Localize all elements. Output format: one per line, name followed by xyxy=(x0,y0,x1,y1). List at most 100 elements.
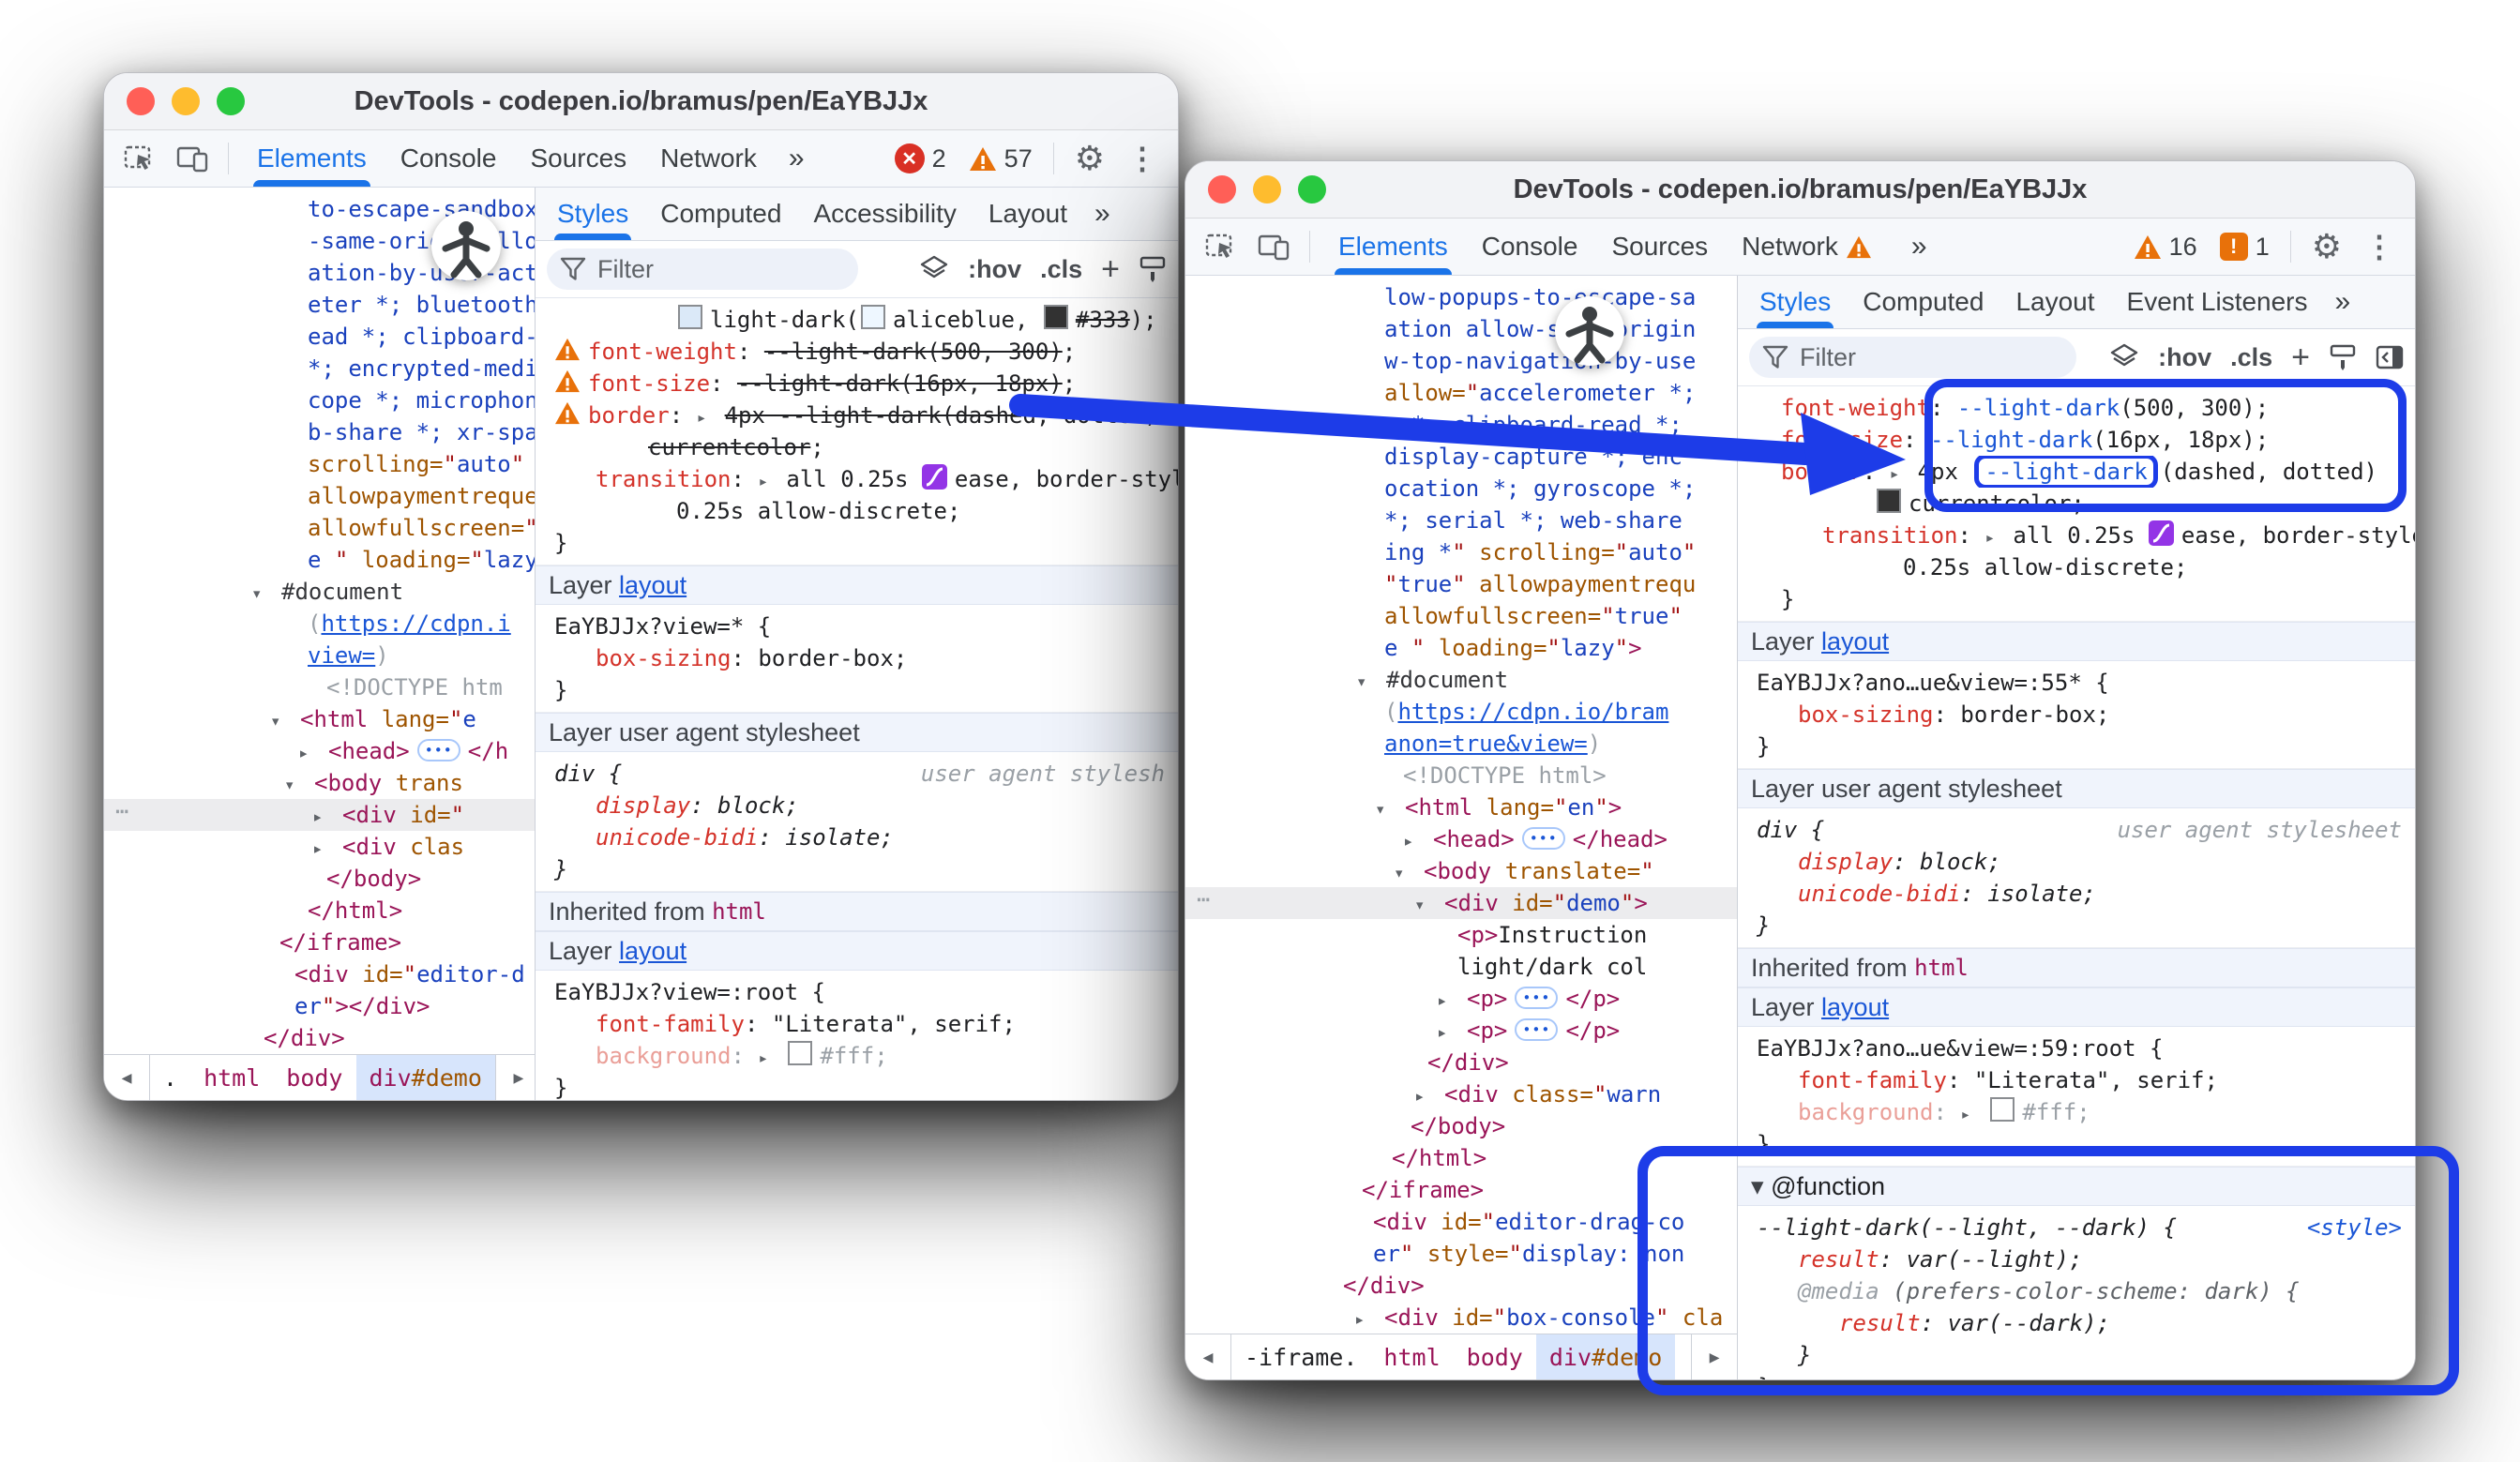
stylesheet-source-link[interactable]: EaYBJJx?view= xyxy=(554,613,731,640)
tab-computed[interactable]: Computed xyxy=(644,188,797,240)
tri-segment[interactable]: ▸ xyxy=(697,402,725,431)
dom-row[interactable]: ▸<p>•••</p> xyxy=(1185,983,1737,1015)
tab-network[interactable]: Network xyxy=(1725,219,1896,275)
inspect-icon[interactable] xyxy=(115,136,164,181)
style-declaration[interactable]: box-sizing: border-box; xyxy=(1738,699,2415,731)
dom-row[interactable]: e " loading="lazy"> xyxy=(1185,632,1737,664)
device-toolbar-icon[interactable] xyxy=(1249,224,1298,269)
dom-row[interactable]: ▸<head>•••</h xyxy=(104,735,535,767)
style-declaration[interactable]: box-sizing: border-box; xyxy=(536,642,1178,674)
style-declaration[interactable]: } xyxy=(1738,1339,2415,1371)
row-actions-dots[interactable]: ⋯ xyxy=(115,795,130,827)
more-tabs-chevron[interactable]: » xyxy=(1083,198,1120,230)
ell-segment[interactable]: ••• xyxy=(1515,1018,1558,1041)
dom-row[interactable]: w-top-navigation-by-use xyxy=(1185,345,1737,377)
style-declaration[interactable]: 0.25s allow-discrete; xyxy=(1738,551,2415,583)
style-declaration[interactable]: font-weight: --light-dark(500, 300); xyxy=(536,336,1178,368)
error-badge[interactable]: ✕ 2 xyxy=(895,143,946,173)
style-declaration[interactable]: border: ▸4px --light-dark(dashed, dotted… xyxy=(536,399,1178,431)
more-tabs-chevron[interactable]: » xyxy=(1900,231,1937,263)
style-declaration[interactable]: } xyxy=(536,674,1178,706)
element-classes-button[interactable]: .cls xyxy=(2230,343,2272,372)
dom-row[interactable]: </iframe> xyxy=(1185,1174,1737,1206)
close-button[interactable] xyxy=(1208,175,1236,203)
breadcrumb-item[interactable]: -iframe. xyxy=(1231,1334,1370,1379)
dom-row[interactable]: </iframe> xyxy=(104,927,535,958)
dom-row[interactable]: er"></div> xyxy=(104,990,535,1022)
style-declaration[interactable]: result: var(--light); xyxy=(1738,1243,2415,1275)
tri-segment[interactable]: ▸ xyxy=(758,1043,786,1072)
dom-row[interactable]: *; serial *; web-share xyxy=(1185,505,1737,536)
dom-row[interactable]: ead *; clipboard- xyxy=(104,321,535,353)
exp-segment[interactable]: ▾ xyxy=(1394,857,1424,887)
link-segment[interactable]: anon=true&view= xyxy=(1384,731,1588,757)
breadcrumb-left-button[interactable]: ◀ xyxy=(104,1055,150,1100)
style-declaration[interactable]: unicode-bidi: isolate; xyxy=(1738,878,2415,910)
style-declaration[interactable]: } xyxy=(536,853,1178,885)
style-declaration[interactable]: display: block; xyxy=(1738,846,2415,878)
exp-segment[interactable]: ▸ xyxy=(1403,825,1433,855)
dom-row[interactable]: er" style="display: non xyxy=(1185,1238,1737,1270)
style-declaration[interactable]: background: ▸#fff; xyxy=(1738,1096,2415,1128)
breadcrumb-item[interactable]: . xyxy=(150,1055,190,1100)
color-swatch[interactable] xyxy=(861,305,885,329)
easing-swatch-icon[interactable] xyxy=(922,464,947,490)
layer-link[interactable]: layout xyxy=(1821,627,1889,656)
style-declaration[interactable]: } xyxy=(1738,731,2415,762)
rendering-brush-icon[interactable] xyxy=(1139,256,1167,282)
tab-console[interactable]: Console xyxy=(1465,219,1595,275)
dom-row[interactable]: </div> xyxy=(1185,1047,1737,1078)
dom-row[interactable]: </body> xyxy=(1185,1110,1737,1142)
dom-row[interactable]: allow="accelerometer *; xyxy=(1185,377,1737,409)
color-swatch[interactable] xyxy=(1044,305,1068,329)
dom-row[interactable]: "true" allowpaymentrequ xyxy=(1185,568,1737,600)
style-declaration[interactable]: EaYBJJx?view=* { xyxy=(536,610,1178,642)
style-declaration[interactable]: } xyxy=(1738,1128,2415,1160)
style-declaration[interactable]: } xyxy=(1738,1371,2415,1379)
dom-row[interactable]: ▸<head>•••</head> xyxy=(1185,823,1737,855)
filter-input[interactable]: Filter xyxy=(547,249,858,290)
dom-row[interactable]: ation allow-same-origin xyxy=(1185,313,1737,345)
layers-icon[interactable] xyxy=(919,255,949,283)
dom-row[interactable]: view=) xyxy=(104,640,535,671)
dom-row[interactable]: allowpaymentreque xyxy=(104,480,535,512)
breadcrumb-item[interactable]: div#demo xyxy=(356,1055,495,1100)
dom-row[interactable]: a *; clipboard-read *; xyxy=(1185,409,1737,441)
style-declaration[interactable]: 0.25s allow-discrete; xyxy=(536,495,1178,527)
exp-segment[interactable]: ▸ xyxy=(312,801,342,831)
breadcrumb-item[interactable]: body xyxy=(273,1055,355,1100)
style-declaration[interactable]: font-size: --light-dark(16px, 18px); xyxy=(536,368,1178,399)
exp-segment[interactable]: ▾ xyxy=(270,705,300,735)
pseudo-state-button[interactable]: :hov xyxy=(968,255,1021,284)
dom-row[interactable]: low-popups-to-escape-sa xyxy=(1185,281,1737,313)
tab-sources[interactable]: Sources xyxy=(1594,219,1725,275)
fn-segment[interactable]: --light-dark xyxy=(1957,395,2120,421)
exp-segment[interactable]: ▸ xyxy=(1414,1080,1444,1110)
dom-row[interactable]: ▸<div clas xyxy=(104,831,535,863)
tab-console[interactable]: Console xyxy=(384,130,514,187)
layer-link[interactable]: layout xyxy=(619,937,687,966)
ell-segment[interactable]: ••• xyxy=(417,739,460,761)
tab-styles[interactable]: Styles xyxy=(541,188,644,240)
tab-computed[interactable]: Computed xyxy=(1847,276,1999,328)
style-declaration[interactable]: EaYBJJx?ano…ue&view=:55* { xyxy=(1738,667,2415,699)
dom-row[interactable]: cope *; microphon xyxy=(104,384,535,416)
dom-row[interactable]: ⋯▸<div id=" xyxy=(104,799,535,831)
inspect-icon[interactable] xyxy=(1197,224,1245,269)
layers-icon[interactable] xyxy=(2109,343,2139,371)
ell-segment[interactable]: ••• xyxy=(1522,827,1565,850)
style-declaration[interactable]: font-weight: --light-dark(500, 300); xyxy=(1738,392,2415,424)
style-declaration[interactable]: } xyxy=(536,527,1178,559)
row-actions-dots[interactable]: ⋯ xyxy=(1197,883,1212,915)
settings-gear-icon[interactable]: ⚙ xyxy=(2302,227,2351,266)
exp-segment[interactable]: ▸ xyxy=(1354,1304,1384,1334)
breadcrumb-left-button[interactable]: ◀ xyxy=(1185,1334,1231,1379)
maximize-button[interactable] xyxy=(1298,175,1326,203)
stylesheet-source-link[interactable]: <style> xyxy=(2307,1212,2402,1243)
dom-row[interactable]: </div> xyxy=(1185,1270,1737,1302)
exp-segment[interactable]: ▸ xyxy=(298,737,328,767)
color-swatch[interactable] xyxy=(1990,1097,2014,1122)
dom-row[interactable]: </html> xyxy=(104,895,535,927)
kebab-menu-icon[interactable]: ⋮ xyxy=(2355,229,2404,264)
breadcrumb-right-button[interactable]: ▶ xyxy=(1691,1334,1737,1379)
